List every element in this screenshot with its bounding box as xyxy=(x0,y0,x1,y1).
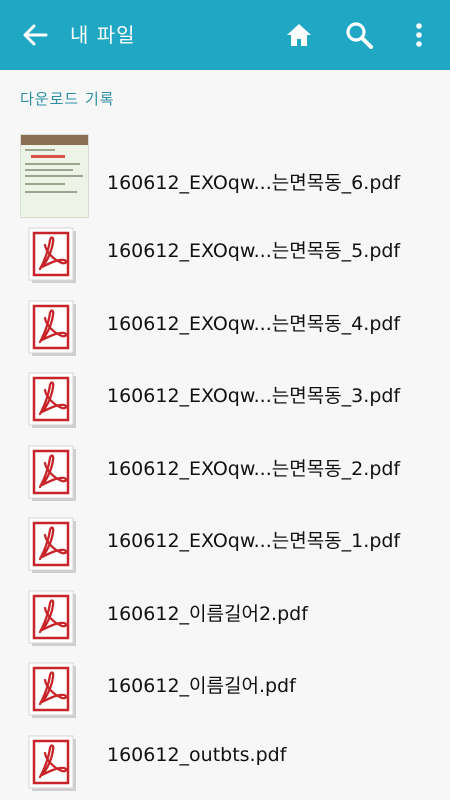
pdf-file-icon xyxy=(28,590,76,646)
home-icon[interactable] xyxy=(284,20,314,50)
file-list-item[interactable]: 160612_EXOqw...는면목동_1.pdf xyxy=(0,506,450,579)
file-list-item[interactable]: 160612_EXOqw...는면목동_4.pdf xyxy=(0,289,450,362)
file-name: 160612_이름길어.pdf xyxy=(107,675,296,697)
more-vert-icon[interactable] xyxy=(404,20,434,50)
page-title: 내 파일 xyxy=(70,23,136,47)
file-list-item[interactable]: 160612_EXOqw...는면목동_3.pdf xyxy=(0,361,450,434)
file-list-item[interactable]: 160612_이름길어2.pdf xyxy=(0,579,450,652)
file-list-item[interactable]: 160612_outbts.pdf xyxy=(0,724,450,797)
file-name: 160612_EXOqw...는면목동_4.pdf xyxy=(107,312,401,335)
section-header-download-history: 다운로드 기록 xyxy=(20,90,115,108)
pdf-file-icon xyxy=(28,517,76,573)
pdf-file-icon xyxy=(28,445,76,501)
file-name: 160612_EXOqw...는면목동_2.pdf xyxy=(107,457,401,480)
file-name: 160612_outbts.pdf xyxy=(107,743,287,766)
file-list-item[interactable]: 160612_EXOqw...는면목동_2.pdf xyxy=(0,434,450,507)
search-icon[interactable] xyxy=(344,20,374,50)
file-name: 160612_EXOqw...는면목동_3.pdf xyxy=(107,385,401,407)
pdf-file-icon xyxy=(28,300,76,356)
file-name: 160612_이름길어2.pdf xyxy=(107,602,308,625)
file-list: 160612_EXOqw...는면목동_6.pdf 160612_EXOqw...… xyxy=(0,126,450,796)
file-name: 160612_EXOqw...는면목동_1.pdf xyxy=(107,530,401,552)
app-bar: 내 파일 xyxy=(0,0,450,70)
arrow-back-icon[interactable] xyxy=(20,21,50,49)
image-thumbnail xyxy=(20,134,89,218)
file-name: 160612_EXOqw...는면목동_5.pdf xyxy=(107,240,401,262)
pdf-file-icon xyxy=(28,227,76,283)
file-list-item[interactable]: 160612_이름길어.pdf xyxy=(0,651,450,724)
file-list-item[interactable]: 160612_EXOqw...는면목동_6.pdf xyxy=(0,126,450,218)
file-name: 160612_EXOqw...는면목동_6.pdf xyxy=(107,172,401,194)
pdf-file-icon xyxy=(28,372,76,428)
pdf-file-icon xyxy=(28,735,76,791)
file-list-item[interactable]: 160612_EXOqw...는면목동_5.pdf xyxy=(0,216,450,289)
pdf-file-icon xyxy=(28,662,76,718)
